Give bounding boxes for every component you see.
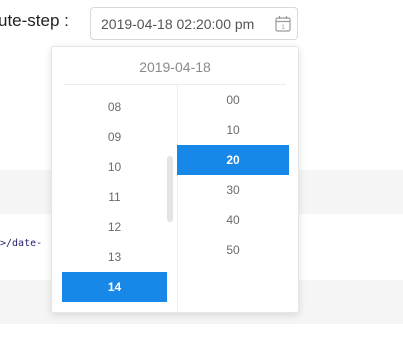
picker-date-header: 2019-04-18 bbox=[64, 47, 286, 85]
minute-option[interactable]: 50 bbox=[177, 235, 289, 265]
background-band bbox=[0, 325, 403, 359]
hour-option[interactable]: 13 bbox=[62, 242, 167, 272]
hour-option[interactable]: 09 bbox=[62, 122, 167, 152]
time-picker-dropdown: 2019-04-18 0708091011121314 001020304050 bbox=[51, 46, 299, 313]
hour-option[interactable]: 08 bbox=[62, 92, 167, 122]
hour-option[interactable]: 12 bbox=[62, 212, 167, 242]
minute-column[interactable]: 00 10 20 30 40 50 bbox=[177, 85, 289, 312]
calendar-icon[interactable]: 1 bbox=[275, 15, 291, 32]
minute-option[interactable]: 00 bbox=[177, 85, 289, 115]
code-snippet: >/date- bbox=[0, 238, 43, 249]
hour-option[interactable]: 14 bbox=[62, 272, 167, 302]
hour-column[interactable]: 0708091011121314 bbox=[62, 85, 178, 312]
datetime-value: 2019-04-18 02:20:00 pm bbox=[101, 16, 255, 32]
hour-option[interactable]: 10 bbox=[62, 152, 167, 182]
minute-option[interactable]: 10 bbox=[177, 115, 289, 145]
calendar-icon-digit: 1 bbox=[281, 24, 285, 31]
hour-option[interactable]: 11 bbox=[62, 182, 167, 212]
field-label: ute-step : bbox=[0, 11, 69, 30]
minute-option[interactable]: 30 bbox=[177, 175, 289, 205]
minute-option[interactable]: 20 bbox=[177, 145, 289, 175]
hour-option[interactable]: 07 bbox=[62, 85, 167, 92]
hour-scrollbar[interactable] bbox=[167, 156, 173, 222]
datetime-input[interactable]: 2019-04-18 02:20:00 pm 1 bbox=[90, 7, 298, 40]
minute-option[interactable]: 40 bbox=[177, 205, 289, 235]
